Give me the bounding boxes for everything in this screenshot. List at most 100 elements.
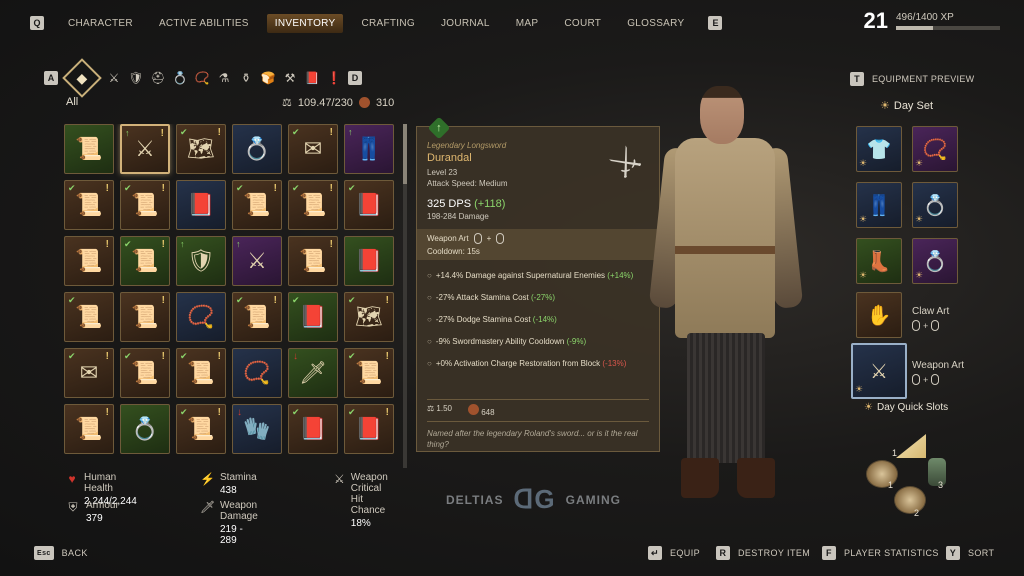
coin-icon xyxy=(358,97,370,108)
inventory-slot[interactable]: 🗺 ✔! xyxy=(176,124,226,174)
back-hint[interactable]: Esc BACK xyxy=(34,546,88,560)
inventory-slot[interactable]: 📜 ✔! xyxy=(120,236,170,286)
watermark-left: DELTIAS xyxy=(446,492,504,507)
equipment-slot[interactable]: 📿 ☀ xyxy=(912,126,958,172)
equipment-slot[interactable]: 👢 ☀ xyxy=(856,238,902,284)
category-all-icon[interactable]: ◆ xyxy=(62,58,102,98)
bowl-icon[interactable] xyxy=(866,460,898,488)
category-armor-icon[interactable]: 🛡 xyxy=(128,70,144,86)
inventory-scrollbar[interactable] xyxy=(403,124,407,468)
prev-tab-key[interactable]: Q xyxy=(30,16,44,30)
bullet-icon: ○ xyxy=(427,315,432,324)
inventory-slot[interactable]: 📜 ✔! xyxy=(120,180,170,230)
tab-court[interactable]: COURT xyxy=(556,14,609,33)
all-icon: ◆ xyxy=(76,69,88,86)
category-ring-icon[interactable]: 💍 xyxy=(172,70,188,86)
inventory-slot[interactable]: 📜 ✔! xyxy=(120,348,170,398)
inventory-slot[interactable]: ⚔ ↑! xyxy=(120,124,170,174)
inventory-slot[interactable]: 👖 ↑ xyxy=(344,124,394,174)
inventory-slot[interactable]: 📜 ✔! xyxy=(232,292,282,342)
leggings-icon: 👖 xyxy=(355,136,383,161)
tab-journal[interactable]: JOURNAL xyxy=(433,14,498,33)
esc-key[interactable]: Esc xyxy=(34,546,54,560)
inventory-slot[interactable]: ✉ ✔! xyxy=(64,348,114,398)
inventory-slot[interactable]: 📜! xyxy=(288,236,338,286)
modifier-row: ○ +0% Activation Charge Restoration from … xyxy=(427,358,649,370)
destroy-hint[interactable]: R DESTROY ITEM xyxy=(716,546,810,560)
tab-map[interactable]: MAP xyxy=(508,14,547,33)
quest-mark-icon: ! xyxy=(105,351,109,362)
inventory-slot[interactable]: 🧤 ↓ xyxy=(232,404,282,454)
equipment-slot[interactable]: 👖 ☀ xyxy=(856,182,902,228)
category-helmet-icon[interactable]: ⛑ xyxy=(150,70,166,86)
jar-icon[interactable] xyxy=(928,458,946,486)
xp-text: 496/1400 XP xyxy=(896,12,954,23)
stats-key[interactable]: F xyxy=(822,546,836,560)
category-book-icon[interactable]: 📕 xyxy=(304,70,320,86)
inventory-slot[interactable]: 📕 ✔! xyxy=(344,404,394,454)
equipment-preview-key[interactable]: T xyxy=(850,72,864,86)
category-crafting-icon[interactable]: ⚒ xyxy=(282,70,298,86)
inventory-slot[interactable]: 📕 ✔ xyxy=(288,292,338,342)
inventory-slot[interactable]: 📜 ✔! xyxy=(344,348,394,398)
inventory-slot[interactable]: 📜 ✔! xyxy=(288,180,338,230)
inventory-slot[interactable]: 📕 xyxy=(176,180,226,230)
next-category-key[interactable]: D xyxy=(348,71,362,85)
character-model[interactable] xyxy=(645,78,815,508)
stat-armour: ⛨ Armour 379 xyxy=(66,500,118,524)
tab-character[interactable]: CHARACTER xyxy=(60,14,141,33)
inventory-slot[interactable]: 📜 ✔! xyxy=(176,404,226,454)
equipment-slot[interactable]: 💍 ☀ xyxy=(912,238,958,284)
tab-active-abilities[interactable]: ACTIVE ABILITIES xyxy=(151,14,257,33)
inventory-slot[interactable]: 📕 xyxy=(344,236,394,286)
equipment-slot[interactable]: 👕 ☀ xyxy=(856,126,902,172)
weapon-art-keys: + xyxy=(912,374,940,385)
tab-inventory[interactable]: INVENTORY xyxy=(266,13,344,33)
inventory-slot[interactable]: 🛡 ↑ xyxy=(176,236,226,286)
tab-crafting[interactable]: CRAFTING xyxy=(353,14,423,33)
inventory-slot[interactable]: 📿 xyxy=(176,292,226,342)
inventory-slot[interactable]: ✉ ✔! xyxy=(288,124,338,174)
sun-icon: ☀ xyxy=(880,100,890,112)
player-stats-hint[interactable]: F PLAYER STATISTICS xyxy=(822,546,939,560)
sort-key[interactable]: Y xyxy=(946,546,960,560)
inventory-slot[interactable]: 📜 xyxy=(64,124,114,174)
prev-category-key[interactable]: A xyxy=(44,71,58,85)
claw-art-slot[interactable]: ✋ xyxy=(856,292,902,338)
quick-slot-wheel[interactable]: 1 1 3 2 xyxy=(860,430,960,520)
inventory-slot[interactable]: 📜 ✔ xyxy=(64,292,114,342)
equip-hint[interactable]: ↵ EQUIP xyxy=(648,546,700,560)
category-mortar-icon[interactable]: ⚱ xyxy=(238,70,254,86)
category-sword-icon[interactable]: ⚔ xyxy=(106,70,122,86)
inventory-slot[interactable]: 📜 ✔! xyxy=(64,180,114,230)
category-food-icon[interactable]: 🍞 xyxy=(260,70,276,86)
inventory-slot[interactable]: 📿 xyxy=(232,348,282,398)
quest-mark-icon: ! xyxy=(160,128,164,139)
inventory-slot[interactable]: 💍 xyxy=(120,404,170,454)
cheese-icon[interactable] xyxy=(896,434,926,458)
inventory-slot[interactable]: 💍 xyxy=(232,124,282,174)
destroy-key[interactable]: R xyxy=(716,546,730,560)
inventory-slot[interactable]: 📜! xyxy=(64,404,114,454)
inventory-slot[interactable]: 🗺 ✔! xyxy=(344,292,394,342)
new-ribbon-icon: ✔ xyxy=(292,127,300,137)
tab-glossary[interactable]: GLOSSARY xyxy=(619,14,692,33)
inventory-slot[interactable]: 📕 ✔ xyxy=(344,180,394,230)
enter-key-icon[interactable]: ↵ xyxy=(648,546,662,560)
next-tab-key[interactable]: E xyxy=(708,16,723,30)
category-quest-icon[interactable]: ❗ xyxy=(326,70,342,86)
inventory-slot[interactable]: 📜 ✔! xyxy=(176,348,226,398)
inventory-slot[interactable]: 📜 ✔! xyxy=(232,180,282,230)
bowl-icon[interactable] xyxy=(894,486,926,514)
equipment-slot[interactable]: 💍 ☀ xyxy=(912,182,958,228)
weapon-art-slot[interactable]: ⚔ ☀ xyxy=(851,343,907,399)
category-amulet-icon[interactable]: 📿 xyxy=(194,70,210,86)
inventory-slot[interactable]: 📜! xyxy=(64,236,114,286)
inventory-slot[interactable]: 📕 ✔ xyxy=(288,404,338,454)
sort-hint[interactable]: Y SORT xyxy=(946,546,994,560)
inventory-slot[interactable]: 🗡 ↓ xyxy=(288,348,338,398)
inventory-slot[interactable]: 📜! xyxy=(120,292,170,342)
category-potion-icon[interactable]: ⚗ xyxy=(216,70,232,86)
inventory-slot[interactable]: ⚔ ↑ xyxy=(232,236,282,286)
scrollbar-thumb[interactable] xyxy=(403,124,407,184)
